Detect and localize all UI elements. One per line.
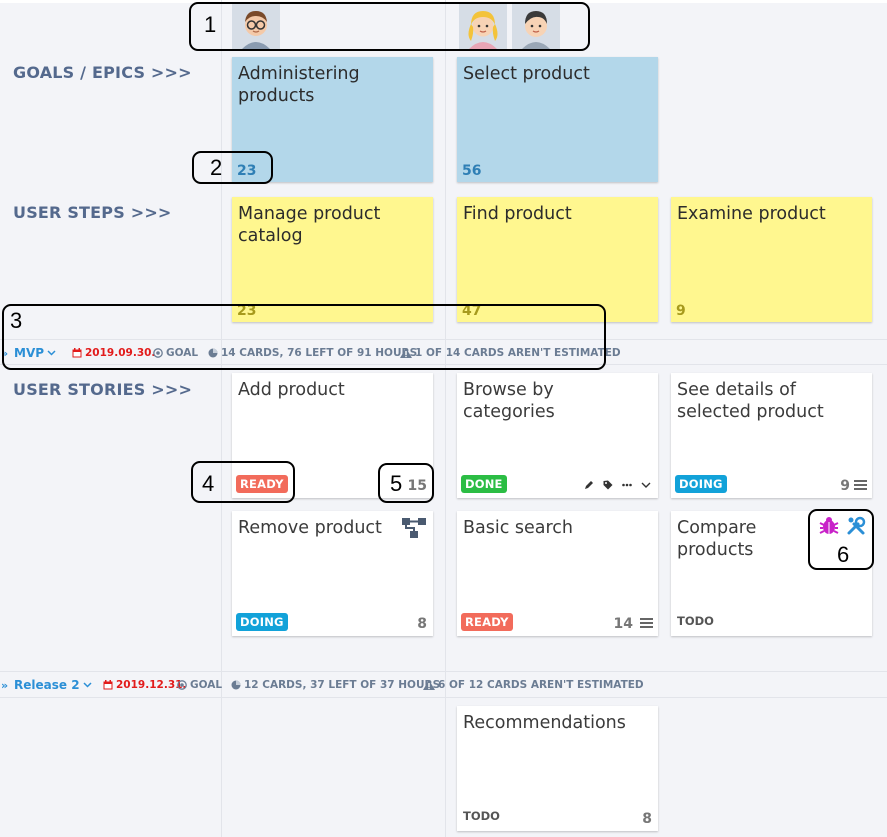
goal-card[interactable]: Select product 56 <box>457 57 658 182</box>
column-separator <box>221 0 222 837</box>
more-icon[interactable] <box>622 483 632 487</box>
story-card[interactable]: See details of selected product DOING 9 <box>671 373 872 498</box>
calendar-icon <box>103 680 113 690</box>
card-title: Browse by categories <box>463 380 555 422</box>
annotation-number: 2 <box>210 155 223 180</box>
release-date[interactable]: 2019.12.31. <box>103 679 186 691</box>
release-goal[interactable]: GOAL <box>177 679 222 691</box>
annotation-box <box>192 151 273 184</box>
card-title: Add product <box>238 380 345 400</box>
annotation-number: 3 <box>10 308 23 333</box>
card-title: Find product <box>463 204 572 224</box>
card-estimate: 8 <box>417 616 427 632</box>
story-card[interactable]: Basic search READY 14 <box>457 511 658 636</box>
card-estimate: 8 <box>642 811 652 827</box>
card-title: Examine product <box>677 204 826 224</box>
card-title: Basic search <box>463 518 574 538</box>
release-name-dropdown[interactable]: Release 2 <box>14 678 92 692</box>
status-badge[interactable]: DOING <box>236 613 288 631</box>
annotation-box <box>378 463 434 503</box>
column-separator <box>445 0 446 837</box>
story-card[interactable]: Recommendations TODO 8 <box>457 706 658 831</box>
chevron-down-icon[interactable] <box>641 482 651 488</box>
release-cards-summary: 12 CARDS, 37 LEFT OF 37 HOURS <box>231 679 440 691</box>
release-goal-text: GOAL <box>190 679 223 691</box>
card-estimate: 9 <box>840 478 850 494</box>
status-badge[interactable]: DOING <box>675 475 727 493</box>
goals-row-label: GOALS / EPICS >>> <box>13 63 192 82</box>
card-title: Manage product catalog <box>238 204 381 246</box>
pencil-icon[interactable] <box>584 480 594 490</box>
annotation-box <box>2 304 606 370</box>
annotation-number: 6 <box>837 542 850 567</box>
card-title: Administering products <box>238 64 360 106</box>
release-name: Release 2 <box>14 678 80 692</box>
annotation-number: 1 <box>204 12 217 37</box>
list-icon <box>854 480 867 492</box>
release-bar-release-2: » Release 2 2019.12.31. GOAL 12 CARDS, 3… <box>0 672 887 698</box>
story-card[interactable]: Browse by categories DONE <box>457 373 658 498</box>
steps-row-label: USER STEPS >>> <box>13 203 172 222</box>
card-estimate: 14 <box>613 616 633 632</box>
status-label[interactable]: TODO <box>677 614 714 628</box>
release-date-text: 2019.12.31. <box>116 679 187 691</box>
story-card[interactable]: Remove product DOING 8 <box>232 511 433 636</box>
hierarchy-icon[interactable] <box>401 517 427 539</box>
annotation-number: 5 <box>390 471 403 496</box>
card-toolbar <box>584 480 651 490</box>
annotation-number: 4 <box>202 471 215 496</box>
chevron-down-icon <box>83 682 92 688</box>
release-warning-text: 6 OF 12 CARDS AREN'T ESTIMATED <box>438 679 644 691</box>
release-estimate-warning[interactable]: 6 OF 12 CARDS AREN'T ESTIMATED <box>423 679 644 691</box>
target-icon <box>177 680 187 690</box>
card-title: Select product <box>463 64 590 84</box>
card-title: See details of selected product <box>677 380 824 422</box>
list-icon <box>640 618 653 630</box>
card-title: Compare products <box>677 518 757 560</box>
card-count: 9 <box>676 303 686 319</box>
collapse-icon[interactable]: » <box>1 679 8 692</box>
card-title: Recommendations <box>463 713 626 733</box>
warning-icon <box>423 680 435 690</box>
status-label[interactable]: TODO <box>463 809 500 823</box>
stories-row-label: USER STORIES >>> <box>13 380 193 399</box>
release-cards-text: 12 CARDS, 37 LEFT OF 37 HOURS <box>244 679 441 691</box>
status-badge[interactable]: READY <box>461 613 513 631</box>
annotation-box <box>189 2 590 51</box>
pie-chart-icon <box>231 680 241 690</box>
card-title: Remove product <box>238 518 382 538</box>
status-badge[interactable]: DONE <box>461 475 507 493</box>
card-count: 56 <box>462 163 482 179</box>
step-card[interactable]: Examine product 9 <box>671 197 872 322</box>
tag-icon[interactable] <box>603 480 613 490</box>
